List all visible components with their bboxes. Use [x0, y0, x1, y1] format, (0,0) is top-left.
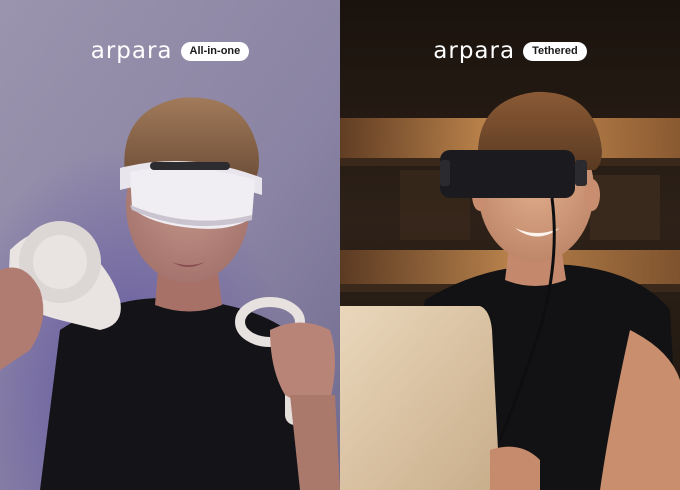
- scene-tethered-photo: [340, 0, 680, 490]
- variant-badge-tethered: Tethered: [523, 42, 587, 61]
- brand-row-left: arpara All-in-one: [0, 40, 340, 63]
- arpara-logo: arpara: [90, 38, 173, 64]
- variant-badge-all-in-one: All-in-one: [180, 42, 250, 61]
- comparison-image: arpara All-in-one arpara Tethered: [0, 0, 680, 490]
- brand-row-right: arpara Tethered: [340, 40, 680, 63]
- panel-all-in-one: arpara All-in-one: [0, 0, 340, 490]
- scene-all-in-one-photo: [0, 0, 340, 490]
- arpara-logo: arpara: [433, 38, 516, 64]
- panel-tethered: arpara Tethered: [340, 0, 680, 490]
